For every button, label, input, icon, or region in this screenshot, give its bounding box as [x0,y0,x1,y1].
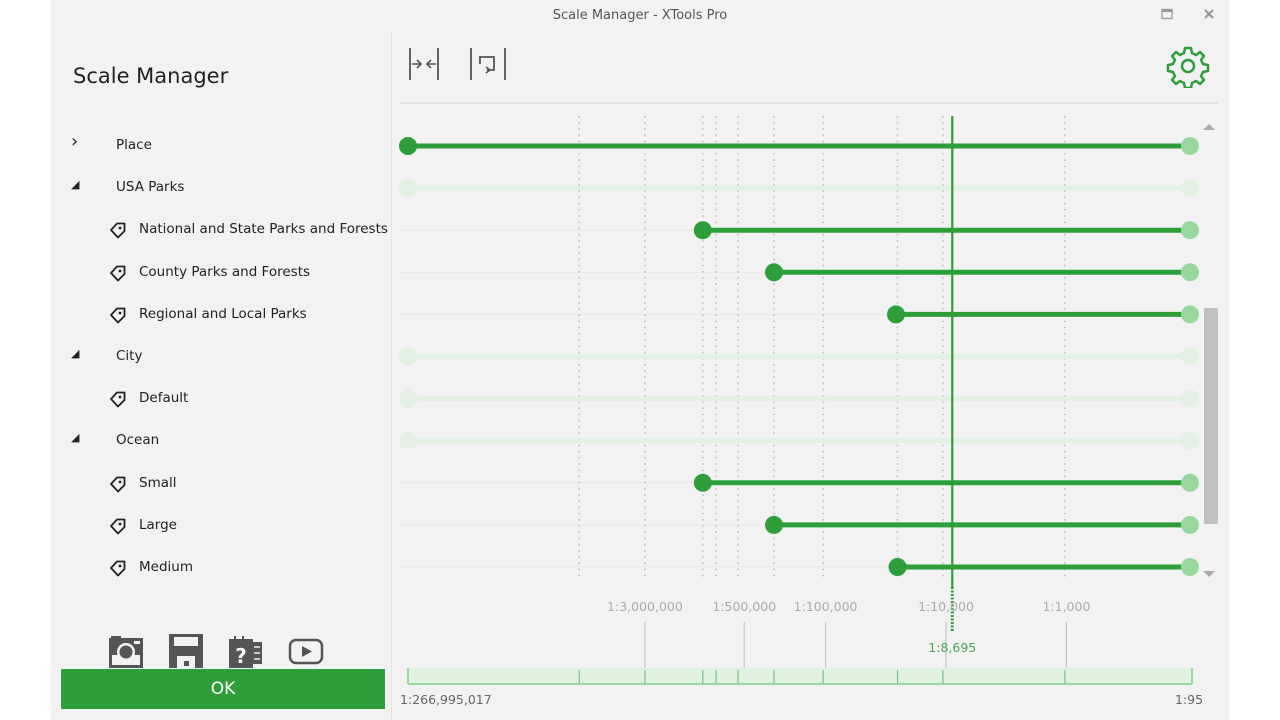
min-scale-handle[interactable] [764,263,783,282]
min-scale-handle[interactable] [693,221,712,240]
max-scale-handle[interactable] [1181,305,1199,324]
current-scale-label: 1:8,695 [928,640,977,655]
expanded-arrow-icon[interactable]: ◢ [71,347,79,360]
max-scale-handle[interactable] [1181,389,1199,408]
tree-group-label: Place [116,137,152,153]
tree-item[interactable]: Medium [51,551,391,585]
scroll-up-icon[interactable] [1203,124,1215,130]
close-icon[interactable] [1201,8,1217,24]
scroll-down-icon[interactable] [1203,571,1215,577]
save-icon[interactable] [167,632,205,670]
max-scale-handle[interactable] [1181,558,1199,576]
tree-group-label: USA Parks [116,179,185,196]
tree-item[interactable]: County Parks and Forests [51,256,391,290]
tree-item[interactable]: Large [51,509,391,543]
tree-group-label: Ocean [116,432,160,449]
max-scale-handle[interactable] [1181,137,1199,155]
max-scale-handle[interactable] [1181,263,1199,282]
tag-icon [110,391,126,408]
svg-text:?: ? [235,644,247,668]
sidebar: Scale Manager › Place ◢ USA Parks National a… [51,32,391,720]
max-scale-label: 1:95 [1175,692,1204,707]
scale-range-band[interactable] [408,668,1192,684]
tag-icon [110,307,126,324]
tree-item[interactable]: Default [51,382,391,416]
tag-icon [110,265,126,281]
min-scale-handle[interactable] [764,515,783,534]
max-scale-handle[interactable] [1181,347,1199,366]
tree-item-label: National and State Parks and Forests [139,221,388,238]
scale-tick-label: 1:100,000 [793,599,858,614]
tree-item-label: County Parks and Forests [139,263,311,280]
tree-item-label: Large [139,516,177,533]
tree-item-label: Regional and Local Parks [139,305,307,322]
max-scale-handle[interactable] [1181,431,1199,450]
tree-item-label: Default [139,390,189,407]
min-scale-handle[interactable] [693,473,712,492]
scale-range-chart [399,116,1218,685]
tag-icon [110,560,126,577]
min-scale-handle[interactable] [399,137,417,155]
min-scale-handle[interactable] [399,389,417,408]
tree-item[interactable]: National and State Parks and Forests [51,213,391,247]
max-scale-handle[interactable] [1181,473,1199,492]
tag-icon [110,222,126,239]
min-scale-label: 1:266,995,017 [400,692,492,707]
scale-tick-label: 1:500,000 [712,599,777,614]
scale-panel: 1:3,000,000 1:500,000 1:100,000 1:10,000 1:1… [392,32,1229,720]
max-scale-handle[interactable] [1181,221,1199,240]
scrollbar-thumb[interactable] [1204,308,1218,524]
sidebar-title: Scale Manager [73,64,229,88]
camera-icon[interactable] [107,632,145,670]
tree-group[interactable]: ◢ City [51,340,391,374]
maximize-icon[interactable] [1159,8,1175,24]
tree-item[interactable]: Regional and Local Parks [51,298,391,332]
tree-group[interactable]: ◢ USA Parks [51,171,391,205]
ok-button[interactable]: OK [61,669,385,709]
window-title: Scale Manager - XTools Pro [552,8,728,23]
collapsed-arrow-icon[interactable]: › [71,131,78,152]
help-notebook-icon[interactable]: ? [227,632,265,670]
min-scale-handle[interactable] [888,558,907,576]
video-play-icon[interactable] [287,632,325,670]
expanded-arrow-icon[interactable]: ◢ [71,431,79,444]
scale-tick-label: 1:10,000 [918,599,974,614]
scale-tick-label: 1:1,000 [1042,599,1091,614]
title-bar: Scale Manager - XTools Pro [51,0,1229,32]
max-scale-handle[interactable] [1181,179,1199,198]
tree-group[interactable]: ◢ Ocean [51,424,391,458]
min-scale-handle[interactable] [399,179,417,198]
min-scale-handle[interactable] [399,431,417,450]
tree-item-label: Small [139,474,177,491]
scale-tick-label: 1:3,000,000 [607,599,683,614]
tree-item-label: Medium [139,559,193,575]
scale-manager-window: Scale Manager - XTools Pro Scale Manager… [51,0,1229,720]
tag-icon [110,476,126,492]
max-scale-handle[interactable] [1181,515,1199,534]
tree-item[interactable]: Small [51,467,391,501]
tree-group-label: City [116,348,143,364]
expanded-arrow-icon[interactable]: ◢ [71,178,79,191]
min-scale-handle[interactable] [886,305,905,324]
min-scale-handle[interactable] [399,347,417,366]
tag-icon [110,518,126,535]
tree-group[interactable]: › Place [51,129,391,163]
